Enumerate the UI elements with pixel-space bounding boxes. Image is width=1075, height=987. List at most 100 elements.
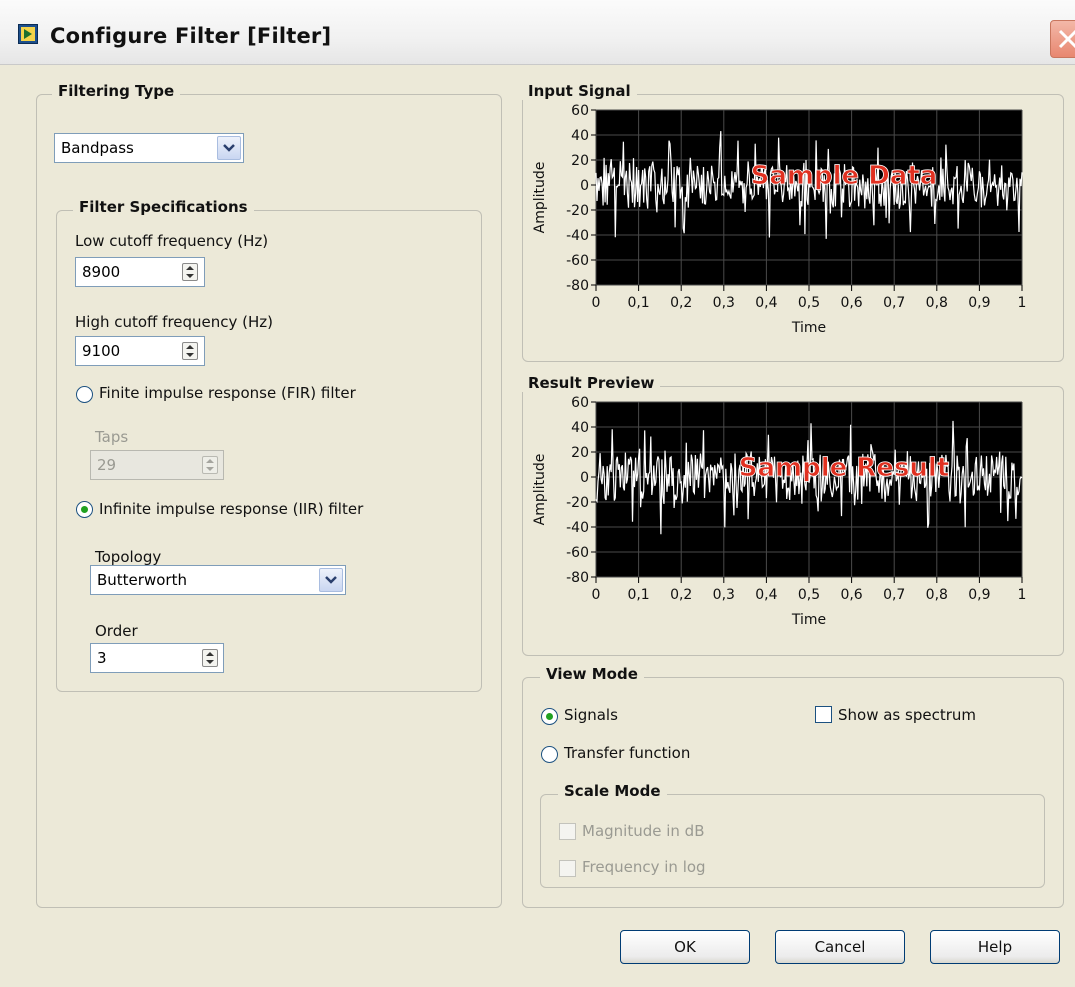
help-button[interactable]: Help [930, 930, 1060, 964]
cancel-button[interactable]: Cancel [775, 930, 905, 964]
x-axis-label: Time [791, 320, 826, 336]
y-tick-label: -20 [566, 203, 589, 219]
y-tick-label: 20 [571, 445, 589, 461]
y-tick-label: -60 [566, 253, 589, 269]
x-axis-label: Time [791, 612, 826, 628]
taps-value: 29 [97, 456, 117, 474]
show-as-spectrum-label[interactable]: Show as spectrum [838, 706, 976, 724]
close-button[interactable] [1050, 20, 1075, 58]
fir-label[interactable]: Finite impulse response (FIR) filter [99, 384, 356, 402]
y-tick-label: -60 [566, 545, 589, 561]
x-tick-label: 0,9 [968, 295, 990, 311]
x-tick-label: 0 [592, 587, 601, 603]
close-icon [1058, 29, 1075, 49]
x-tick-label: 0,2 [670, 295, 692, 311]
topology-select[interactable]: Butterworth [90, 565, 346, 595]
y-tick-label: 20 [571, 153, 589, 169]
chevron-down-icon[interactable] [217, 136, 241, 160]
y-tick-label: -80 [566, 570, 589, 586]
high-cutoff-value: 9100 [82, 342, 121, 360]
filtering-type-select[interactable]: Bandpass [54, 133, 244, 163]
x-tick-label: 0,7 [883, 587, 905, 603]
taps-stepper[interactable] [202, 456, 218, 474]
sample-overlay-label: Sample Data [751, 161, 938, 191]
scale-mode-title: Scale Mode [558, 782, 667, 800]
low-cutoff-label: Low cutoff frequency (Hz) [75, 232, 269, 250]
transfer-function-radio[interactable] [541, 746, 558, 763]
window-title: Configure Filter [Filter] [50, 24, 332, 48]
y-tick-label: 40 [571, 420, 589, 436]
x-tick-label: 0,8 [926, 295, 948, 311]
x-tick-label: 0,4 [755, 587, 777, 603]
y-tick-label: 40 [571, 128, 589, 144]
y-tick-label: -20 [566, 495, 589, 511]
high-cutoff-input[interactable]: 9100 [75, 336, 205, 366]
view-mode-title: View Mode [540, 665, 644, 683]
frequency-log-label: Frequency in log [582, 858, 706, 876]
x-tick-label: 0,5 [798, 295, 820, 311]
y-tick-label: 60 [571, 395, 589, 411]
taps-label: Taps [95, 428, 129, 446]
filtering-type-title: Filtering Type [52, 82, 181, 100]
result-preview-graph[interactable]: Sample Result6040200-20-40-60-800 0,1 0,2 0… [522, 392, 1062, 652]
filtering-type-value: Bandpass [61, 139, 134, 157]
y-tick-label: 0 [580, 178, 589, 194]
low-cutoff-input[interactable]: 8900 [75, 257, 205, 287]
result-preview-title: Result Preview [522, 374, 661, 392]
x-tick-label: 0,2 [670, 587, 692, 603]
magnitude-db-checkbox[interactable] [559, 823, 576, 840]
configure-filter-dialog: Configure Filter [Filter] Filtering Type… [0, 0, 1075, 987]
input-signal-title: Input Signal [522, 82, 637, 100]
topology-label: Topology [95, 548, 162, 566]
x-tick-label: 0 [592, 295, 601, 311]
y-axis-label: Amplitude [532, 454, 548, 526]
x-tick-label: 0,3 [713, 587, 735, 603]
iir-label[interactable]: Infinite impulse response (IIR) filter [99, 500, 363, 518]
y-tick-label: -40 [566, 228, 589, 244]
spin-arrows-icon [186, 345, 194, 357]
x-tick-label: 0,7 [883, 295, 905, 311]
x-tick-label: 0,3 [713, 295, 735, 311]
order-stepper[interactable] [202, 649, 218, 667]
x-tick-label: 0,5 [798, 587, 820, 603]
show-as-spectrum-checkbox[interactable] [815, 706, 832, 723]
x-tick-label: 0,1 [627, 295, 649, 311]
title-bar[interactable]: Configure Filter [Filter] [0, 0, 1075, 65]
high-cutoff-label: High cutoff frequency (Hz) [75, 313, 274, 331]
high-cutoff-stepper[interactable] [182, 342, 198, 360]
x-tick-label: 0,6 [840, 295, 862, 311]
y-axis-label: Amplitude [532, 162, 548, 234]
ok-button[interactable]: OK [620, 930, 750, 964]
spin-arrows-icon [206, 652, 214, 664]
magnitude-db-label: Magnitude in dB [582, 822, 705, 840]
low-cutoff-stepper[interactable] [182, 263, 198, 281]
filter-specifications-title: Filter Specifications [73, 198, 254, 216]
signals-radio[interactable] [541, 708, 558, 725]
x-tick-label: 1 [1018, 587, 1027, 603]
y-tick-label: 0 [580, 470, 589, 486]
spin-arrows-icon [206, 459, 214, 471]
spin-arrows-icon [186, 266, 194, 278]
y-tick-label: 60 [571, 103, 589, 119]
chevron-down-icon[interactable] [319, 568, 343, 592]
sample-overlay-label: Sample Result [739, 453, 950, 483]
low-cutoff-value: 8900 [82, 263, 121, 281]
x-tick-label: 0,1 [627, 587, 649, 603]
x-tick-label: 0,9 [968, 587, 990, 603]
x-tick-label: 0,4 [755, 295, 777, 311]
fir-radio[interactable] [76, 386, 93, 403]
x-tick-label: 1 [1018, 295, 1027, 311]
order-input[interactable]: 3 [90, 643, 224, 673]
frequency-log-checkbox[interactable] [559, 860, 576, 877]
input-signal-graph[interactable]: Sample Data6040200-20-40-60-800 0,1 0,2 0,3… [522, 100, 1062, 360]
y-tick-label: -80 [566, 278, 589, 294]
order-value: 3 [97, 649, 107, 667]
x-tick-label: 0,8 [926, 587, 948, 603]
iir-radio[interactable] [76, 501, 93, 518]
transfer-function-label[interactable]: Transfer function [564, 744, 690, 762]
signals-label[interactable]: Signals [564, 706, 618, 724]
taps-input[interactable]: 29 [90, 450, 224, 480]
labview-app-icon [18, 24, 38, 44]
order-label: Order [95, 622, 138, 640]
topology-value: Butterworth [97, 571, 187, 589]
